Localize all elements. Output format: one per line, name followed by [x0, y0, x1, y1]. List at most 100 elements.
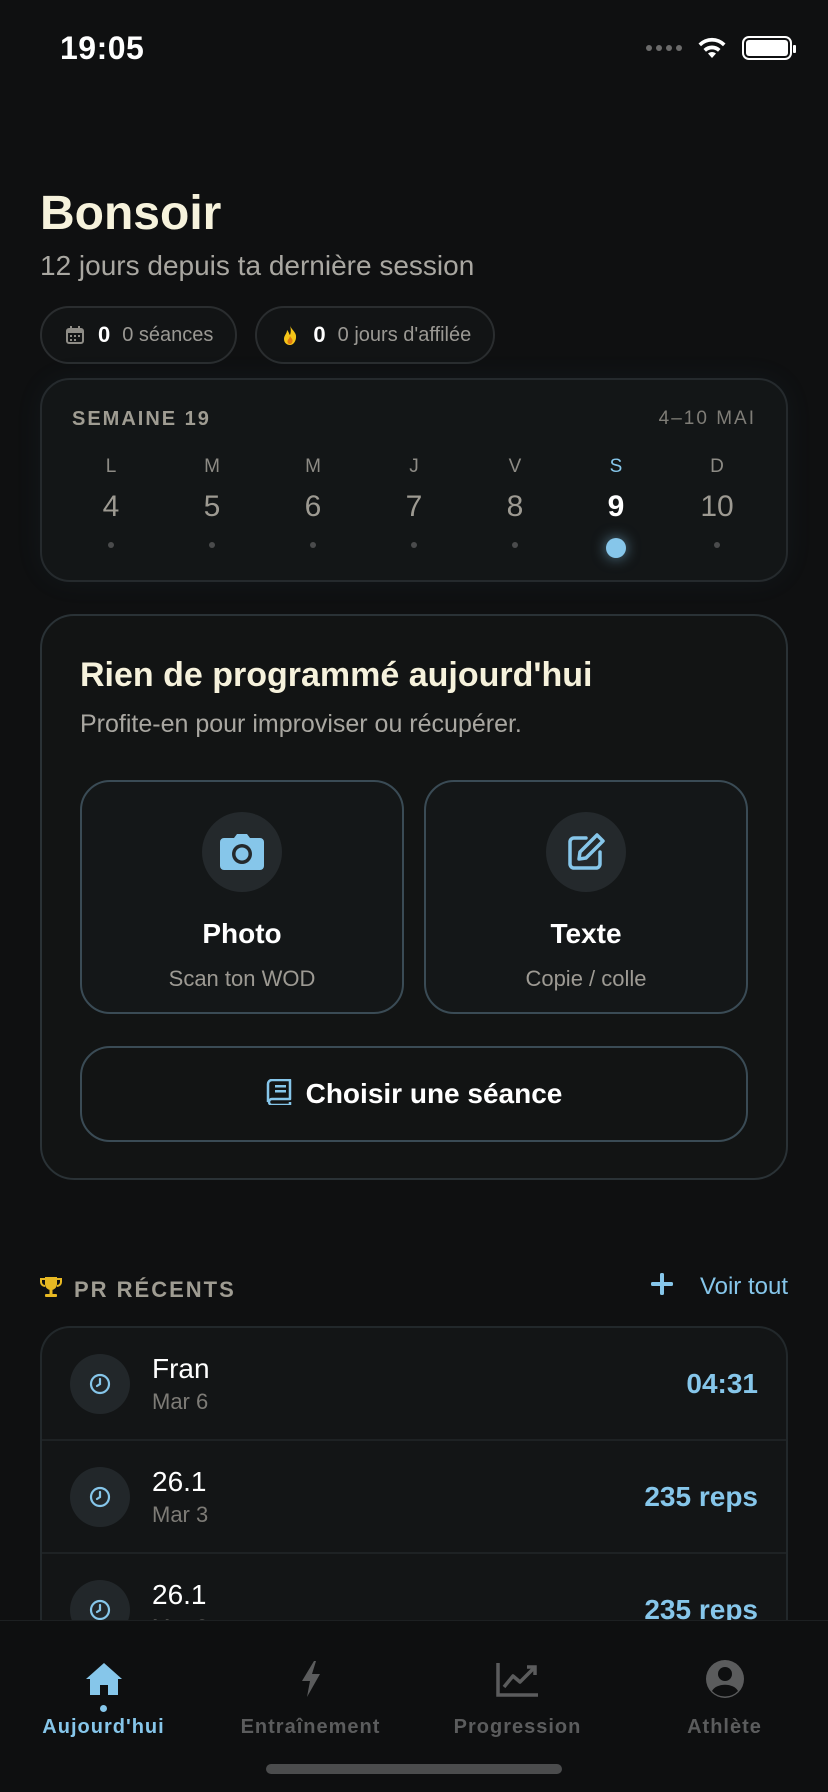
day-letter: S	[609, 456, 623, 477]
see-all-link[interactable]: Voir tout	[700, 1273, 788, 1301]
day-letter: M	[305, 456, 321, 477]
pr-row[interactable]: 26.1 Mar 3 235 reps	[42, 1554, 786, 1626]
camera-icon	[202, 812, 282, 892]
tab-label: Progression	[453, 1716, 582, 1738]
day-thursday[interactable]: J 7	[365, 456, 463, 558]
day-indicator	[310, 542, 316, 548]
add-pr-button[interactable]	[650, 1272, 674, 1301]
pr-value: 04:31	[686, 1367, 758, 1399]
bolt-icon	[299, 1657, 323, 1701]
user-icon	[705, 1657, 745, 1701]
stats-chips: 0 0 séances 0 0 jours d'affilée	[40, 306, 496, 364]
day-friday[interactable]: V 8	[466, 456, 564, 558]
pr-name: 26.1	[152, 1465, 207, 1497]
pr-info: 26.1 Mar 3	[152, 1466, 208, 1528]
pr-row[interactable]: 26.1 Mar 3 235 reps	[42, 1441, 786, 1554]
day-letter: V	[508, 456, 522, 477]
pr-actions: Voir tout	[650, 1272, 788, 1301]
streak-chip[interactable]: 0 0 jours d'affilée	[255, 306, 496, 364]
pr-info: 26.1 Mar 3	[152, 1579, 208, 1627]
day-number: 8	[506, 490, 524, 523]
today-card: Rien de programmé aujourd'hui Profite-en…	[40, 614, 788, 1180]
pr-date: Mar 6	[152, 1388, 209, 1414]
day-letter: J	[409, 456, 419, 477]
tab-label: Aujourd'hui	[42, 1716, 165, 1738]
active-tab-indicator	[100, 1705, 107, 1712]
pr-list: Fran Mar 6 04:31 26.1 Mar 3 235 reps 26.…	[40, 1326, 788, 1626]
day-indicator	[108, 542, 114, 548]
pr-date: Mar 3	[152, 1501, 209, 1527]
day-number: 7	[405, 490, 423, 523]
status-time: 19:05	[60, 30, 145, 66]
week-days: L 4 M 5 M 6 J 7 V 8 S 9 D 10	[62, 456, 766, 558]
clock-icon	[70, 1466, 130, 1527]
edit-icon	[546, 812, 626, 892]
pr-section-header: PR RÉCENTS	[40, 1276, 236, 1303]
photo-option-subtitle: Scan ton WOD	[168, 966, 316, 991]
flame-icon	[279, 324, 301, 346]
tab-indicator	[721, 1705, 728, 1712]
day-tuesday[interactable]: M 5	[163, 456, 261, 558]
tab-today[interactable]: Aujourd'hui	[0, 1657, 207, 1739]
day-sunday[interactable]: D 10	[668, 456, 766, 558]
sessions-chip[interactable]: 0 0 séances	[40, 306, 238, 364]
pr-name: 26.1	[152, 1578, 207, 1610]
tab-label: Athlète	[687, 1716, 762, 1738]
streak-label: 0 jours d'affilée	[337, 323, 472, 346]
day-indicator	[714, 542, 720, 548]
day-indicator	[209, 542, 215, 548]
text-option-subtitle: Copie / colle	[525, 966, 647, 991]
pr-value: 235 reps	[644, 1480, 758, 1512]
day-wednesday[interactable]: M 6	[264, 456, 362, 558]
sessions-label: 0 séances	[122, 323, 214, 346]
day-number: 9	[607, 490, 625, 523]
photo-option-title: Photo	[202, 918, 282, 949]
greeting-subtitle: 12 jours depuis ta dernière session	[40, 250, 475, 281]
week-range: 4–10 MAI	[658, 408, 756, 429]
chart-icon	[495, 1657, 540, 1701]
text-option-title: Texte	[550, 918, 622, 949]
streak-count: 0	[313, 322, 326, 347]
tab-indicator	[514, 1705, 521, 1712]
week-calendar-card: SEMAINE 19 4–10 MAI L 4 M 5 M 6 J 7 V 8	[40, 378, 788, 582]
signal-icon	[646, 45, 682, 51]
pr-row[interactable]: Fran Mar 6 04:31	[42, 1328, 786, 1441]
choose-session-button[interactable]: Choisir une séance	[80, 1046, 748, 1142]
clock-icon	[70, 1353, 130, 1414]
pr-info: Fran Mar 6	[152, 1353, 210, 1415]
week-label: SEMAINE 19	[72, 408, 211, 430]
status-bar: 19:05	[0, 0, 828, 100]
plus-icon	[650, 1273, 673, 1295]
day-monday[interactable]: L 4	[62, 456, 160, 558]
text-option-button[interactable]: Texte Copie / colle	[424, 780, 748, 1014]
day-number: 5	[203, 490, 221, 523]
today-subtitle: Profite-en pour improviser ou récupérer.	[80, 710, 522, 738]
pr-section-title: PR RÉCENTS	[74, 1276, 236, 1302]
battery-icon	[742, 36, 796, 60]
trophy-icon	[40, 1276, 62, 1303]
today-title: Rien de programmé aujourd'hui	[80, 656, 593, 694]
home-indicator[interactable]	[266, 1764, 562, 1774]
photo-option-button[interactable]: Photo Scan ton WOD	[80, 780, 404, 1014]
day-number: 6	[304, 490, 322, 523]
pr-name: Fran	[152, 1352, 210, 1384]
tab-progression[interactable]: Progression	[414, 1657, 621, 1739]
status-icons	[646, 36, 796, 60]
day-letter: D	[710, 456, 724, 477]
day-number: 4	[102, 490, 120, 523]
day-letter: L	[105, 456, 117, 477]
tab-training[interactable]: Entraînement	[207, 1657, 414, 1739]
tab-label: Entraînement	[240, 1716, 381, 1738]
day-letter: M	[204, 456, 220, 477]
tab-athlete[interactable]: Athlète	[621, 1657, 828, 1739]
day-indicator	[411, 542, 417, 548]
today-indicator	[606, 538, 626, 558]
day-saturday-today[interactable]: S 9	[567, 456, 665, 558]
choose-session-label: Choisir une séance	[305, 1078, 563, 1109]
greeting-title: Bonsoir	[40, 187, 222, 240]
day-number: 10	[700, 490, 734, 523]
home-icon	[84, 1657, 124, 1701]
tab-indicator	[307, 1705, 314, 1712]
sessions-count: 0	[98, 322, 111, 347]
book-icon	[266, 1078, 292, 1110]
